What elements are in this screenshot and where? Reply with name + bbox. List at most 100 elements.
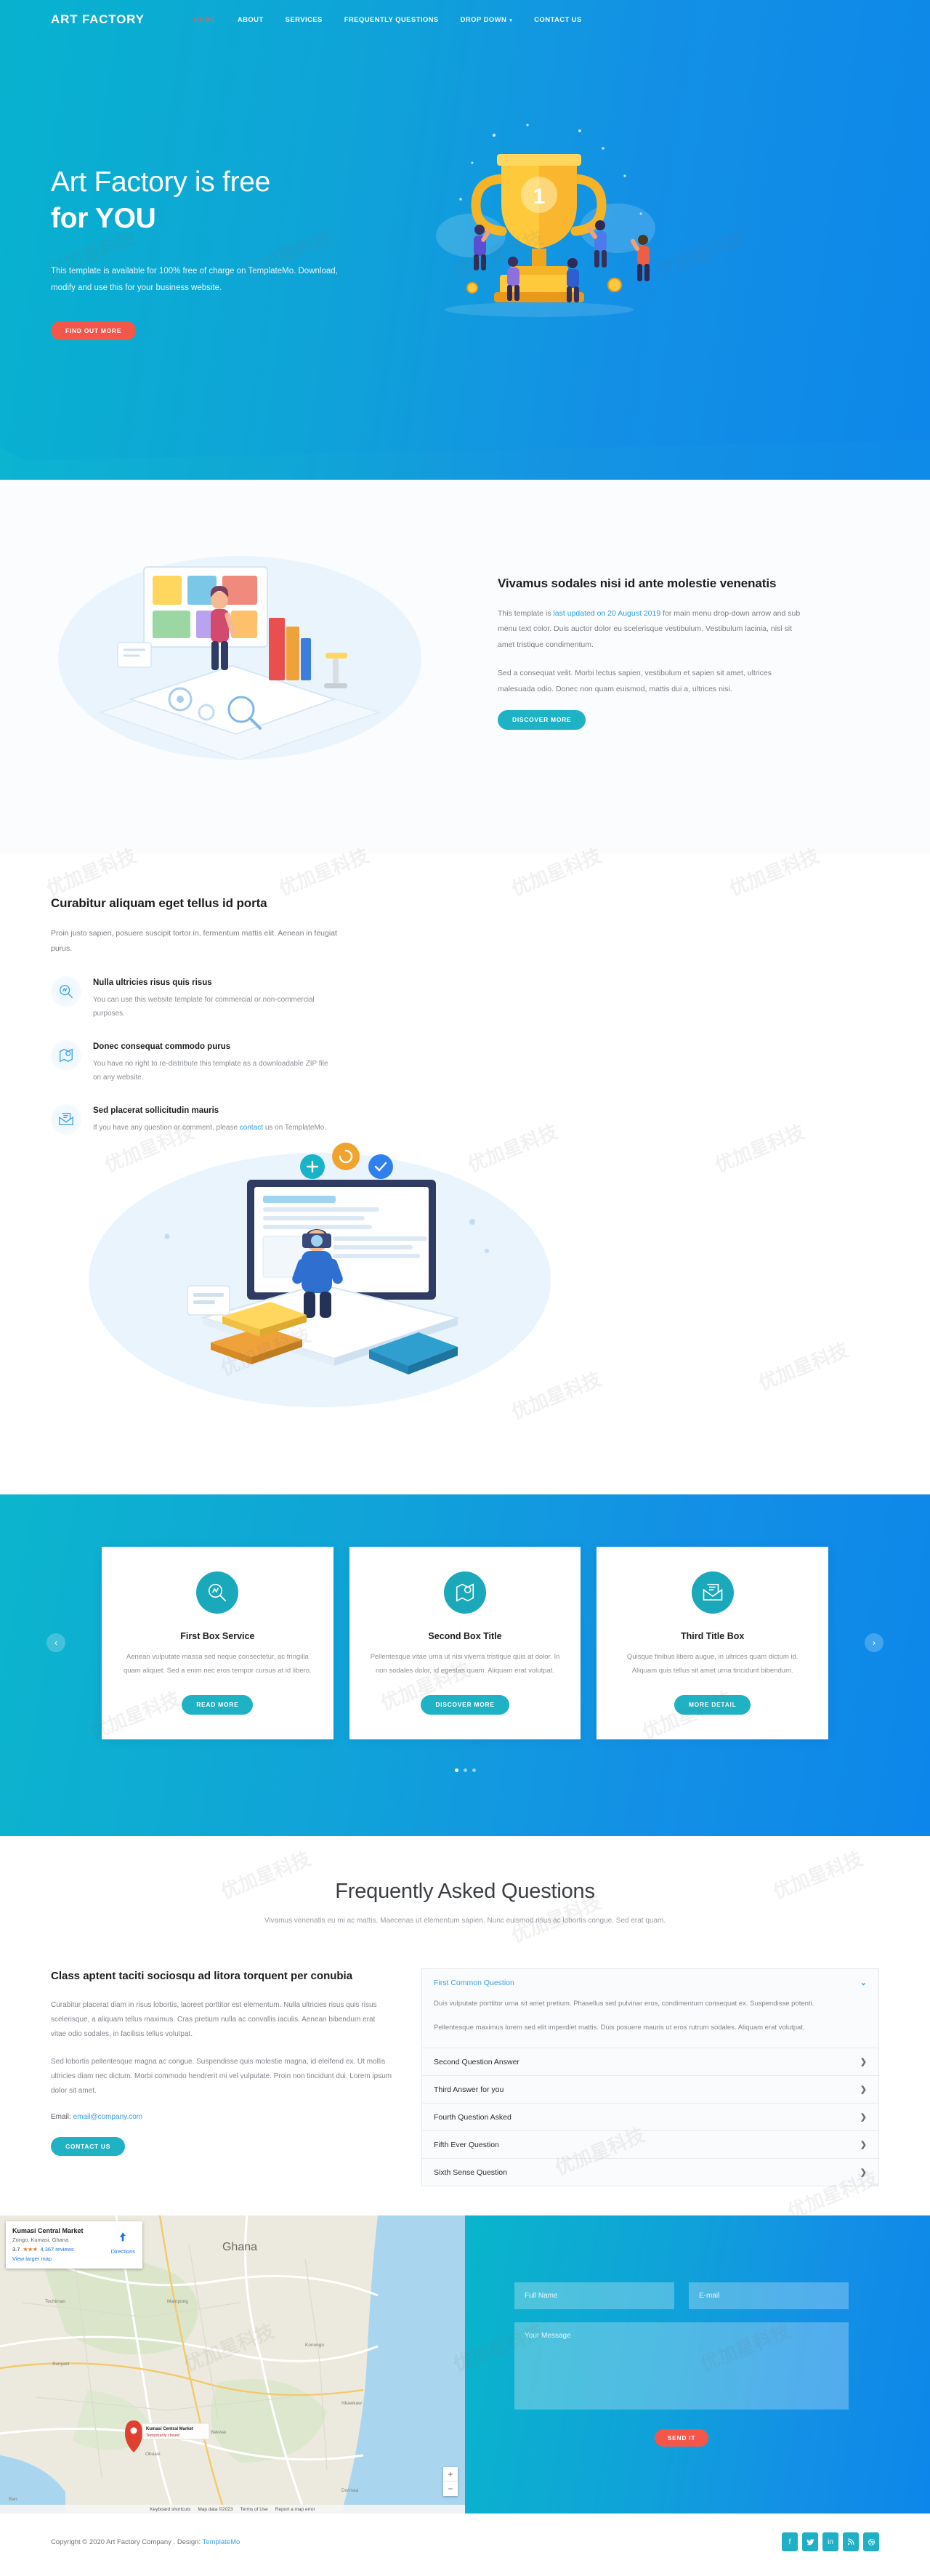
- trophy-illustration: 1: [385, 119, 690, 330]
- nav-item-services[interactable]: SERVICES: [286, 16, 323, 24]
- carousel-dot-1[interactable]: [454, 1768, 458, 1772]
- rss-icon[interactable]: [843, 2532, 859, 2552]
- feature-item-1: Nulla ultricies risus quis risus You can…: [51, 975, 338, 1021]
- email-link[interactable]: email@company.com: [73, 2113, 143, 2121]
- carousel-dot-3[interactable]: [472, 1768, 476, 1772]
- services-section: Curabitur aliquam eget tellus id porta P…: [0, 854, 930, 1495]
- facebook-icon[interactable]: f: [782, 2532, 798, 2552]
- dribbble-icon[interactable]: [863, 2532, 879, 2552]
- accordion-header-4[interactable]: Fourth Question Asked ❯: [422, 2104, 878, 2130]
- contact-form-pane: SEND IT: [465, 2215, 930, 2514]
- svg-text:Nkawkaw: Nkawkaw: [341, 2401, 362, 2406]
- find-out-more-button[interactable]: FIND OUT MORE: [51, 321, 137, 341]
- faq-title: Frequently Asked Questions: [335, 1879, 595, 1903]
- feature-text-3: If you have any question or comment, ple…: [93, 1121, 338, 1135]
- service-box-3-title: Third Title Box: [681, 1631, 745, 1642]
- nav-item-contact-us[interactable]: CONTACT US: [534, 16, 582, 24]
- page-root: ART FACTORY HOME ABOUT SERVICES FREQUENT…: [0, 0, 930, 2576]
- brand-logo[interactable]: ART FACTORY: [51, 12, 145, 27]
- accordion-question-3: Third Answer for you: [434, 2085, 504, 2094]
- about-heading: Vivamus sodales nisi id ante molestie ve…: [498, 576, 777, 591]
- accordion-header-6[interactable]: Sixth Sense Question ❯: [422, 2159, 878, 2186]
- services-text-block: Curabitur aliquam eget tellus id porta P…: [51, 895, 551, 1429]
- map-attr-report[interactable]: Report a map error: [275, 2507, 315, 2512]
- contact-us-button[interactable]: CONTACT US: [51, 2136, 126, 2157]
- read-more-button[interactable]: READ MORE: [182, 1695, 254, 1715]
- message-textarea[interactable]: [514, 2322, 849, 2410]
- contact-form-row: [514, 2282, 849, 2309]
- full-name-input[interactable]: [514, 2282, 674, 2309]
- services-intro: Proin justo sapien, posuere suscipit tor…: [51, 928, 337, 954]
- twitter-icon[interactable]: [802, 2532, 818, 2552]
- hero-paragraph: This template is available for 100% free…: [51, 266, 338, 292]
- map-pin-icon: [51, 1039, 81, 1071]
- map-attr-data: Map data ©2023: [198, 2506, 233, 2512]
- chevron-right-icon: ❯: [860, 2085, 867, 2095]
- nav-item-home[interactable]: HOME: [194, 16, 216, 24]
- linkedin-icon[interactable]: in: [822, 2532, 838, 2552]
- map-zoom-out-button[interactable]: −: [443, 2482, 458, 2496]
- accordion-question-4: Fourth Question Asked: [434, 2112, 512, 2122]
- faq-left-paragraph-2: Sed lobortis pellentesque magna ac congu…: [51, 2057, 392, 2095]
- service-box-1-text: Aenean vulputate massa sed neque consect…: [123, 1653, 312, 1675]
- accordion-question-1: First Common Question: [434, 1978, 514, 1987]
- hero-section: ART FACTORY HOME ABOUT SERVICES FREQUENT…: [0, 0, 930, 480]
- services-heading: Curabitur aliquam eget tellus id porta: [51, 896, 267, 910]
- map-info-card: Kumasi Central Market Zongo, Kumasi, Gha…: [6, 2221, 142, 2269]
- svg-text:Dormaa: Dormaa: [341, 2488, 359, 2493]
- service-box-2-text: Pellentesque vitae urna ut nisi viverra …: [370, 1653, 560, 1675]
- accordion-item-4: Fourth Question Asked ❯: [422, 2104, 878, 2132]
- accordion-item-6: Sixth Sense Question ❯: [422, 2159, 878, 2186]
- faq-container: Frequently Asked Questions Vivamus venen…: [51, 1880, 879, 2187]
- main-navigation: ART FACTORY HOME ABOUT SERVICES FREQUENT…: [51, 0, 879, 39]
- feature-text-2: You have no right to re-distribute this …: [93, 1059, 328, 1082]
- discover-more-button-box[interactable]: DISCOVER MORE: [421, 1695, 509, 1715]
- nav-item-about[interactable]: ABOUT: [238, 16, 264, 24]
- accordion-item-2: Second Question Answer ❯: [422, 2048, 878, 2077]
- last-updated-link[interactable]: last updated on 20 August 2019: [553, 609, 660, 618]
- hero-title-line2: for YOU: [51, 202, 156, 234]
- feature-text-3-after: us on TemplateMo.: [263, 1123, 327, 1132]
- chevron-left-icon[interactable]: ‹: [46, 1633, 65, 1653]
- chevron-right-icon[interactable]: ›: [865, 1633, 884, 1653]
- services-row: Curabitur aliquam eget tellus id porta P…: [51, 895, 879, 1429]
- chevron-right-icon: ❯: [860, 2058, 867, 2067]
- about-illustration: [51, 531, 458, 774]
- send-it-button[interactable]: SEND IT: [654, 2428, 709, 2447]
- more-detail-button[interactable]: MORE DETAIL: [674, 1695, 751, 1715]
- accordion-question-5: Fifth Ever Question: [434, 2140, 499, 2149]
- map-attr-terms[interactable]: Terms of Use: [240, 2507, 267, 2512]
- map-zoom-in-button[interactable]: +: [443, 2467, 458, 2482]
- chevron-down-icon: ⌄: [860, 1979, 867, 1988]
- google-map[interactable]: Ghana Techiman Sunyani Konongo Mampong O…: [0, 2215, 465, 2514]
- faq-subtitle: Vivamus venenatis eu mi ac mattis. Maece…: [264, 1916, 666, 1925]
- accordion-header-2[interactable]: Second Question Answer ❯: [422, 2048, 878, 2075]
- email-input[interactable]: [689, 2282, 849, 2309]
- map-review-count[interactable]: 4,367 reviews: [40, 2246, 73, 2253]
- services-illustration-svg: [89, 1143, 551, 1408]
- about-illustration-svg: [58, 556, 421, 761]
- footer-inner: Copyright © 2020 Art Factory Company . D…: [51, 2532, 879, 2552]
- accordion-item-1: First Common Question ⌄ Duis vulputate p…: [422, 1969, 878, 2049]
- service-box-3-text: Quisque finibus libero augue, in ultrice…: [626, 1653, 798, 1675]
- svg-text:Obuasi: Obuasi: [145, 2452, 161, 2457]
- map-attr-keyboard[interactable]: Keyboard shortcuts: [150, 2507, 190, 2512]
- accordion-header-3[interactable]: Third Answer for you ❯: [422, 2076, 878, 2103]
- discover-more-button[interactable]: DISCOVER MORE: [498, 710, 586, 730]
- carousel-dot-2[interactable]: [463, 1768, 467, 1772]
- nav-item-drop-down[interactable]: DROP DOWN ▾: [461, 16, 513, 24]
- hero-content: Art Factory is free for YOU This templat…: [51, 39, 879, 341]
- accordion-header-5[interactable]: Fifth Ever Question ❯: [422, 2131, 878, 2158]
- accordion-header-1[interactable]: First Common Question ⌄: [422, 1969, 878, 1996]
- view-larger-map-link[interactable]: View larger map: [12, 2255, 136, 2262]
- map-directions-button[interactable]: Directions: [111, 2231, 135, 2255]
- templatemo-link[interactable]: TemplateMo: [203, 2538, 240, 2546]
- about-p1-before: This template is: [498, 608, 554, 618]
- hero-title-line1: Art Factory is free: [51, 166, 271, 198]
- svg-text:Konongo: Konongo: [305, 2343, 324, 2348]
- feature-title-3: Sed placerat sollicitudin mauris: [93, 1106, 219, 1115]
- nav-item-frequently-questions[interactable]: FREQUENTLY QUESTIONS: [344, 16, 439, 24]
- map-rating-value: 3.7: [12, 2246, 20, 2253]
- map-zoom-controls: + −: [443, 2467, 458, 2497]
- contact-link[interactable]: contact: [240, 1124, 263, 1132]
